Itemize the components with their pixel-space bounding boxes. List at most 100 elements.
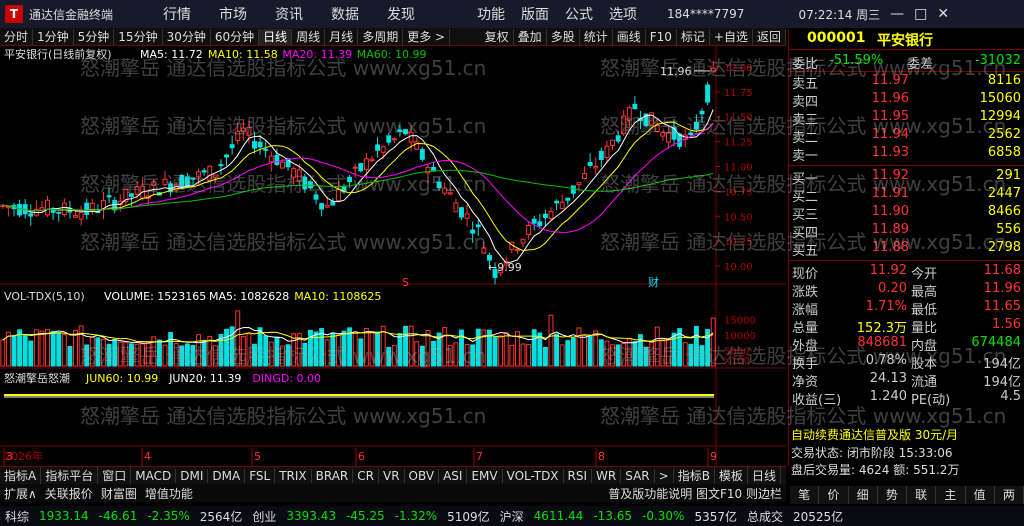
- extension-tab[interactable]: 扩展∧: [0, 485, 41, 502]
- stat-value: 4.5: [1000, 389, 1021, 404]
- candle-body: [598, 150, 604, 161]
- indicator-tab[interactable]: OBV: [405, 468, 440, 483]
- candle-body: [464, 213, 470, 219]
- menu-item[interactable]: 版面: [513, 4, 557, 24]
- menu-item[interactable]: 选项: [601, 4, 645, 24]
- stat-row: 总量 152.3万 量比 1.56: [789, 317, 1024, 336]
- toolbar-button[interactable]: +自选: [710, 28, 753, 45]
- stat-value: 11.68: [983, 263, 1021, 278]
- volume-unit: X100: [724, 356, 750, 367]
- feature-links[interactable]: 普及版功能说明 图文F10 则边栏: [604, 485, 786, 502]
- toolbar-button[interactable]: 多股: [547, 28, 580, 45]
- finance-badge[interactable]: 财: [648, 275, 659, 289]
- indicator-tab[interactable]: SAR: [621, 468, 655, 483]
- volume-bar: [151, 336, 157, 367]
- volume-bar: [190, 344, 196, 367]
- menu-item[interactable]: 功能: [469, 4, 513, 24]
- toolbar-button[interactable]: 复权: [481, 28, 514, 45]
- indicator-tab[interactable]: VOL-TDX: [503, 468, 564, 483]
- stat-label: PE(动): [911, 393, 951, 408]
- detail-tab[interactable]: 值: [966, 486, 995, 504]
- indicator-tab[interactable]: VR: [379, 468, 405, 483]
- detail-tab[interactable]: 势: [878, 486, 907, 504]
- row-label: 买三: [792, 208, 819, 223]
- index-item: 3393.43: [286, 509, 336, 523]
- account-label[interactable]: 184****7797: [667, 7, 744, 21]
- stock-code: 000001: [807, 30, 866, 46]
- indicator-tab[interactable]: RSI: [564, 468, 593, 483]
- indicator-tab[interactable]: 指标A: [0, 467, 42, 484]
- indicator-tab[interactable]: EMV: [467, 468, 503, 483]
- detail-tab[interactable]: 两: [995, 486, 1024, 504]
- indicator-tab[interactable]: CR: [353, 468, 379, 483]
- volume-bar: [475, 328, 481, 367]
- toolbar-button[interactable]: 叠加: [514, 28, 547, 45]
- candle-body: [78, 212, 84, 220]
- period-tab[interactable]: 15分钟: [114, 28, 163, 45]
- event-badge[interactable]: S: [402, 276, 409, 289]
- indicator-tab[interactable]: BRAR: [312, 468, 354, 483]
- detail-tab[interactable]: 笔: [790, 486, 820, 504]
- period-tab[interactable]: 多周期: [358, 28, 404, 45]
- chart-canvas[interactable]: 平安银行(日线前复权) MA5: 11.72 MA10: 11.58 MA20: 11…: [0, 46, 786, 466]
- menu-item[interactable]: 数据: [317, 4, 373, 24]
- volume-bar: [73, 329, 78, 367]
- maximize-icon[interactable]: □: [914, 6, 927, 22]
- indicator-tab[interactable]: MACD: [131, 468, 177, 483]
- indicator-tab[interactable]: TRIX: [275, 468, 312, 483]
- menu-item[interactable]: 资讯: [261, 4, 317, 24]
- volume-bar: [145, 340, 151, 367]
- menu-item[interactable]: 行情: [149, 4, 205, 24]
- candle-body: [419, 149, 425, 160]
- kline-chart[interactable]: 平安银行(日线前复权) MA5: 11.72 MA10: 11.58 MA20: 11…: [0, 46, 786, 466]
- indicator-tab[interactable]: ASI: [439, 468, 468, 483]
- ask-row: 卖三 11.95 12994: [789, 109, 1024, 128]
- row-volume: 15060: [979, 91, 1021, 106]
- indicator-tab[interactable]: 窗口: [98, 467, 132, 484]
- volume-bar: [548, 314, 554, 367]
- menu-item[interactable]: 市场: [205, 4, 261, 24]
- toolbar-button[interactable]: 标记: [677, 28, 710, 45]
- period-tab[interactable]: 月线: [325, 28, 359, 45]
- extension-tab[interactable]: 增值功能: [141, 485, 197, 502]
- period-tab[interactable]: 分时: [0, 28, 34, 45]
- stat-value: 674484: [971, 335, 1021, 350]
- volume-bar: [391, 344, 397, 367]
- indicator-tab[interactable]: DMA: [208, 468, 246, 483]
- minimize-icon[interactable]: —: [890, 6, 904, 22]
- period-tab[interactable]: 日线: [259, 28, 293, 45]
- period-tab[interactable]: 60分钟: [211, 28, 260, 45]
- detail-tab[interactable]: 联: [907, 486, 937, 504]
- toolbar-button[interactable]: 返回: [753, 28, 786, 45]
- indicator-tab[interactable]: DMI: [176, 468, 209, 483]
- indicator-tab[interactable]: 指标B: [674, 467, 715, 484]
- detail-tab[interactable]: 细: [849, 486, 878, 504]
- extension-tab[interactable]: 关联报价: [41, 485, 97, 502]
- close-icon[interactable]: ✕: [937, 6, 949, 22]
- indicator-tab[interactable]: FSL: [245, 468, 276, 483]
- period-tab[interactable]: 更多 >: [403, 28, 451, 45]
- period-tab[interactable]: 30分钟: [163, 28, 211, 45]
- toolbar-button[interactable]: F10: [646, 28, 677, 45]
- period-tab[interactable]: 5分钟: [74, 28, 115, 45]
- extension-bar: 扩展∧ 关联报价 财富圈 增值功能 普及版功能说明 图文F10 则边栏: [0, 484, 786, 502]
- chart-title: 平安银行(日线前复权): [4, 47, 112, 61]
- toolbar-button[interactable]: 画线: [613, 28, 646, 45]
- secondary-menu: 功能 版面 公式 选项: [469, 4, 645, 24]
- indicator-tab[interactable]: WR: [592, 468, 622, 483]
- detail-tab[interactable]: 价: [819, 486, 849, 504]
- indicator-tab[interactable]: >: [655, 468, 674, 483]
- extension-tab[interactable]: 财富圈: [97, 485, 141, 502]
- period-tab[interactable]: 周线: [292, 28, 326, 45]
- candle-body: [196, 171, 202, 178]
- period-tab[interactable]: 1分钟: [33, 28, 74, 45]
- menu-item[interactable]: 发现: [373, 4, 429, 24]
- detail-tab[interactable]: 主: [936, 486, 966, 504]
- indicator-tab[interactable]: 日线: [748, 467, 781, 484]
- toolbar-button[interactable]: 统计: [580, 28, 613, 45]
- menu-item[interactable]: 公式: [557, 4, 601, 24]
- indicator-tab[interactable]: 指标平台: [41, 467, 99, 484]
- app-title: 通达信金融终端: [29, 7, 114, 22]
- promo-link[interactable]: 自动续费通达信普及版 30元/月: [791, 426, 958, 443]
- indicator-tab[interactable]: 模板: [715, 467, 748, 484]
